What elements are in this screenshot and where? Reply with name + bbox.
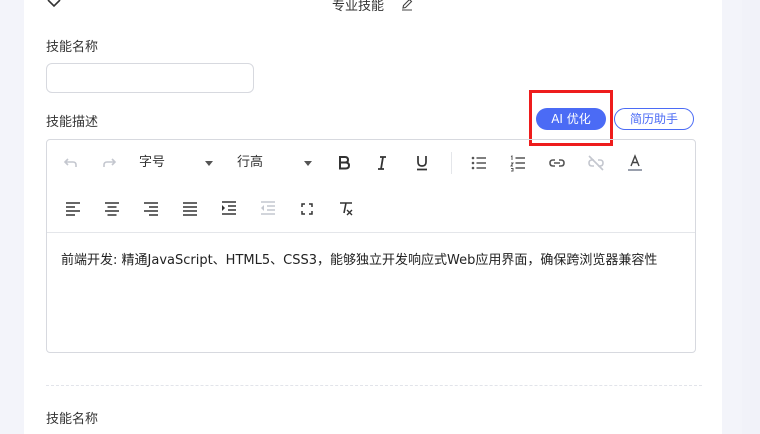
font-color-icon[interactable]	[624, 152, 646, 174]
chevron-down-icon[interactable]	[46, 0, 62, 10]
section-divider	[46, 385, 702, 386]
clear-format-icon[interactable]	[335, 198, 357, 220]
editor-content[interactable]: 前端开发: 精通JavaScript、HTML5、CSS3，能够独立开发响应式W…	[61, 248, 683, 273]
italic-icon[interactable]	[371, 152, 393, 174]
skill-description-label: 技能描述	[46, 115, 99, 130]
edit-icon[interactable]	[400, 0, 414, 11]
skill-name-input[interactable]	[46, 63, 254, 93]
align-center-icon[interactable]	[101, 198, 123, 220]
line-height-caret-icon[interactable]	[304, 161, 312, 166]
skill-name-label: 技能名称	[46, 40, 99, 55]
toolbar-divider	[451, 152, 452, 174]
outdent-icon[interactable]	[257, 198, 279, 220]
skill-name-label-next: 技能名称	[46, 412, 99, 427]
undo-icon[interactable]	[60, 152, 82, 174]
resume-helper-button[interactable]: 简历助手	[614, 108, 694, 130]
section-title: 专业技能	[332, 0, 385, 14]
font-size-caret-icon[interactable]	[205, 161, 213, 166]
rich-text-editor: 字号 行高 前端开发: 精通JavaScript、HTML5、CSS3，能够独立…	[46, 139, 696, 353]
bold-icon[interactable]	[333, 152, 355, 174]
indent-icon[interactable]	[218, 198, 240, 220]
link-icon[interactable]	[546, 152, 568, 174]
numbered-list-icon[interactable]	[507, 152, 529, 174]
scrollbar-track[interactable]	[742, 0, 760, 434]
editor-toolbar: 字号 行高	[47, 140, 695, 233]
redo-icon[interactable]	[98, 152, 120, 174]
font-size-dropdown[interactable]: 字号	[139, 152, 165, 174]
fullscreen-icon[interactable]	[296, 198, 318, 220]
align-justify-icon[interactable]	[179, 198, 201, 220]
bulleted-list-icon[interactable]	[468, 152, 490, 174]
line-height-dropdown[interactable]: 行高	[237, 152, 263, 174]
underline-icon[interactable]	[411, 152, 433, 174]
skills-panel: 专业技能 技能名称 技能描述 AI 优化 简历助手 字号 行高 前端开发: 精通…	[24, 0, 722, 434]
align-right-icon[interactable]	[140, 198, 162, 220]
ai-button-highlight-box	[529, 90, 613, 146]
align-left-icon[interactable]	[62, 198, 84, 220]
unlink-icon[interactable]	[585, 152, 607, 174]
section-header: 专业技能	[24, 0, 722, 14]
